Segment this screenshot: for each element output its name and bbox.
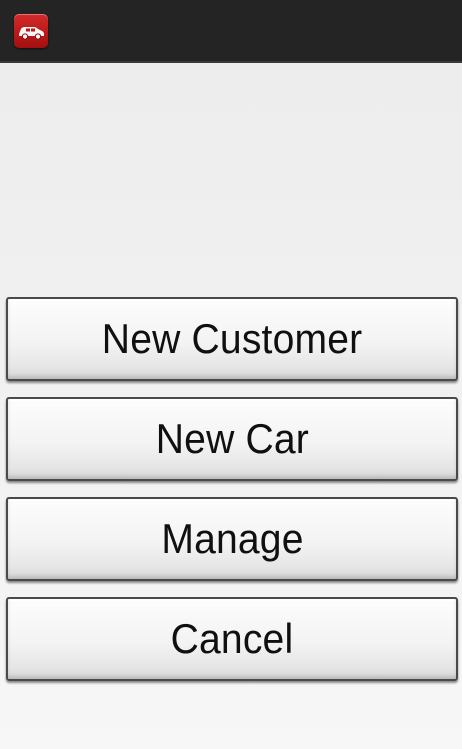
car-icon bbox=[19, 27, 44, 40]
action-bar bbox=[0, 0, 462, 63]
new-customer-label: New Customer bbox=[101, 315, 363, 362]
cancel-button[interactable]: Cancel bbox=[6, 597, 458, 681]
manage-button[interactable]: Manage bbox=[6, 497, 458, 581]
menu-button-list: New Customer New Car Manage Cancel bbox=[6, 297, 458, 697]
new-customer-button[interactable]: New Customer bbox=[6, 297, 458, 381]
new-car-button[interactable]: New Car bbox=[6, 397, 458, 481]
car-app-icon[interactable] bbox=[14, 14, 48, 48]
manage-label: Manage bbox=[160, 515, 304, 562]
new-car-label: New Car bbox=[155, 415, 309, 462]
cancel-label: Cancel bbox=[170, 615, 294, 662]
app-screen: New Customer New Car Manage Cancel bbox=[0, 0, 462, 749]
